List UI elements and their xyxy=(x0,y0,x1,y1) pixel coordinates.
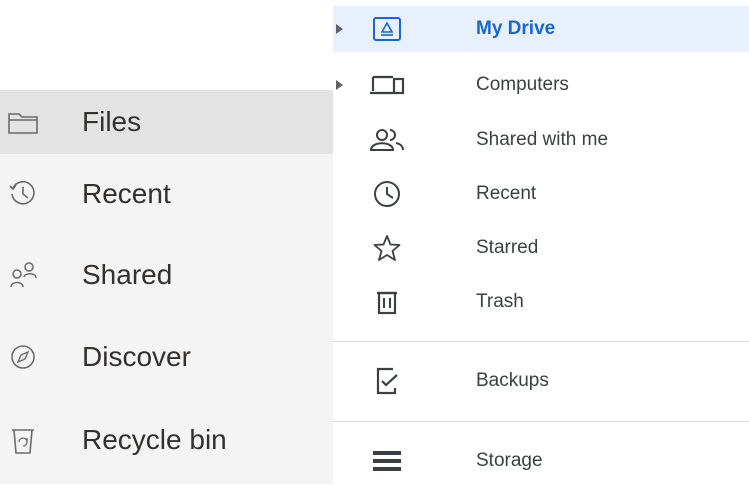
nav-item-label: Shared xyxy=(82,259,173,290)
expand-caret-icon[interactable] xyxy=(336,24,343,34)
star-icon xyxy=(369,232,405,264)
shared-people-icon xyxy=(369,124,405,156)
drive-icon xyxy=(369,13,405,45)
expand-caret-icon[interactable] xyxy=(336,80,343,90)
nav-item-label: Trash xyxy=(476,291,524,312)
nav-item-label: Backups xyxy=(476,370,549,391)
nav-item-shared-with-me[interactable]: Shared with me xyxy=(333,115,749,165)
clock-icon xyxy=(369,178,405,210)
nav-item-label: My Drive xyxy=(476,18,556,39)
nav-item-label: Shared with me xyxy=(476,129,609,150)
google-drive-nav-pane: My Drive Computers Shared with me Recent… xyxy=(333,0,749,484)
recycle-bin-icon xyxy=(6,423,40,457)
nav-divider xyxy=(333,421,749,422)
nav-item-trash[interactable]: Trash xyxy=(333,277,749,327)
storage-icon xyxy=(369,445,405,477)
nav-divider xyxy=(333,341,749,342)
nav-item-files[interactable]: Files xyxy=(0,90,333,154)
nav-item-label: Recent xyxy=(476,183,537,204)
nav-item-label: Discover xyxy=(82,341,191,372)
people-icon xyxy=(6,258,40,292)
backup-icon xyxy=(369,365,405,397)
nav-item-computers[interactable]: Computers xyxy=(333,60,749,110)
nav-item-recent[interactable]: Recent xyxy=(0,162,333,226)
nav-item-discover[interactable]: Discover xyxy=(0,325,333,389)
nav-item-starred[interactable]: Starred xyxy=(333,223,749,273)
computers-icon xyxy=(369,69,405,101)
folder-icon xyxy=(6,105,40,139)
nav-item-label: Storage xyxy=(476,450,543,471)
nav-item-storage[interactable]: Storage xyxy=(333,436,749,486)
nav-item-shared[interactable]: Shared xyxy=(0,243,333,307)
nav-item-label: Files xyxy=(82,106,142,137)
compass-icon xyxy=(6,340,40,374)
history-icon xyxy=(6,177,40,211)
onedrive-nav-pane: Files Recent Shared Discover Recycle bin xyxy=(0,90,333,484)
nav-item-recent[interactable]: Recent xyxy=(333,169,749,219)
nav-item-label: Recent xyxy=(82,178,171,209)
nav-item-label: Computers xyxy=(476,74,569,95)
trash-icon xyxy=(369,286,405,318)
nav-item-label: Recycle bin xyxy=(82,424,227,455)
nav-item-label: Starred xyxy=(476,237,539,258)
nav-item-recycle-bin[interactable]: Recycle bin xyxy=(0,408,333,472)
nav-item-my-drive[interactable]: My Drive xyxy=(333,6,749,52)
nav-item-backups[interactable]: Backups xyxy=(333,356,749,406)
